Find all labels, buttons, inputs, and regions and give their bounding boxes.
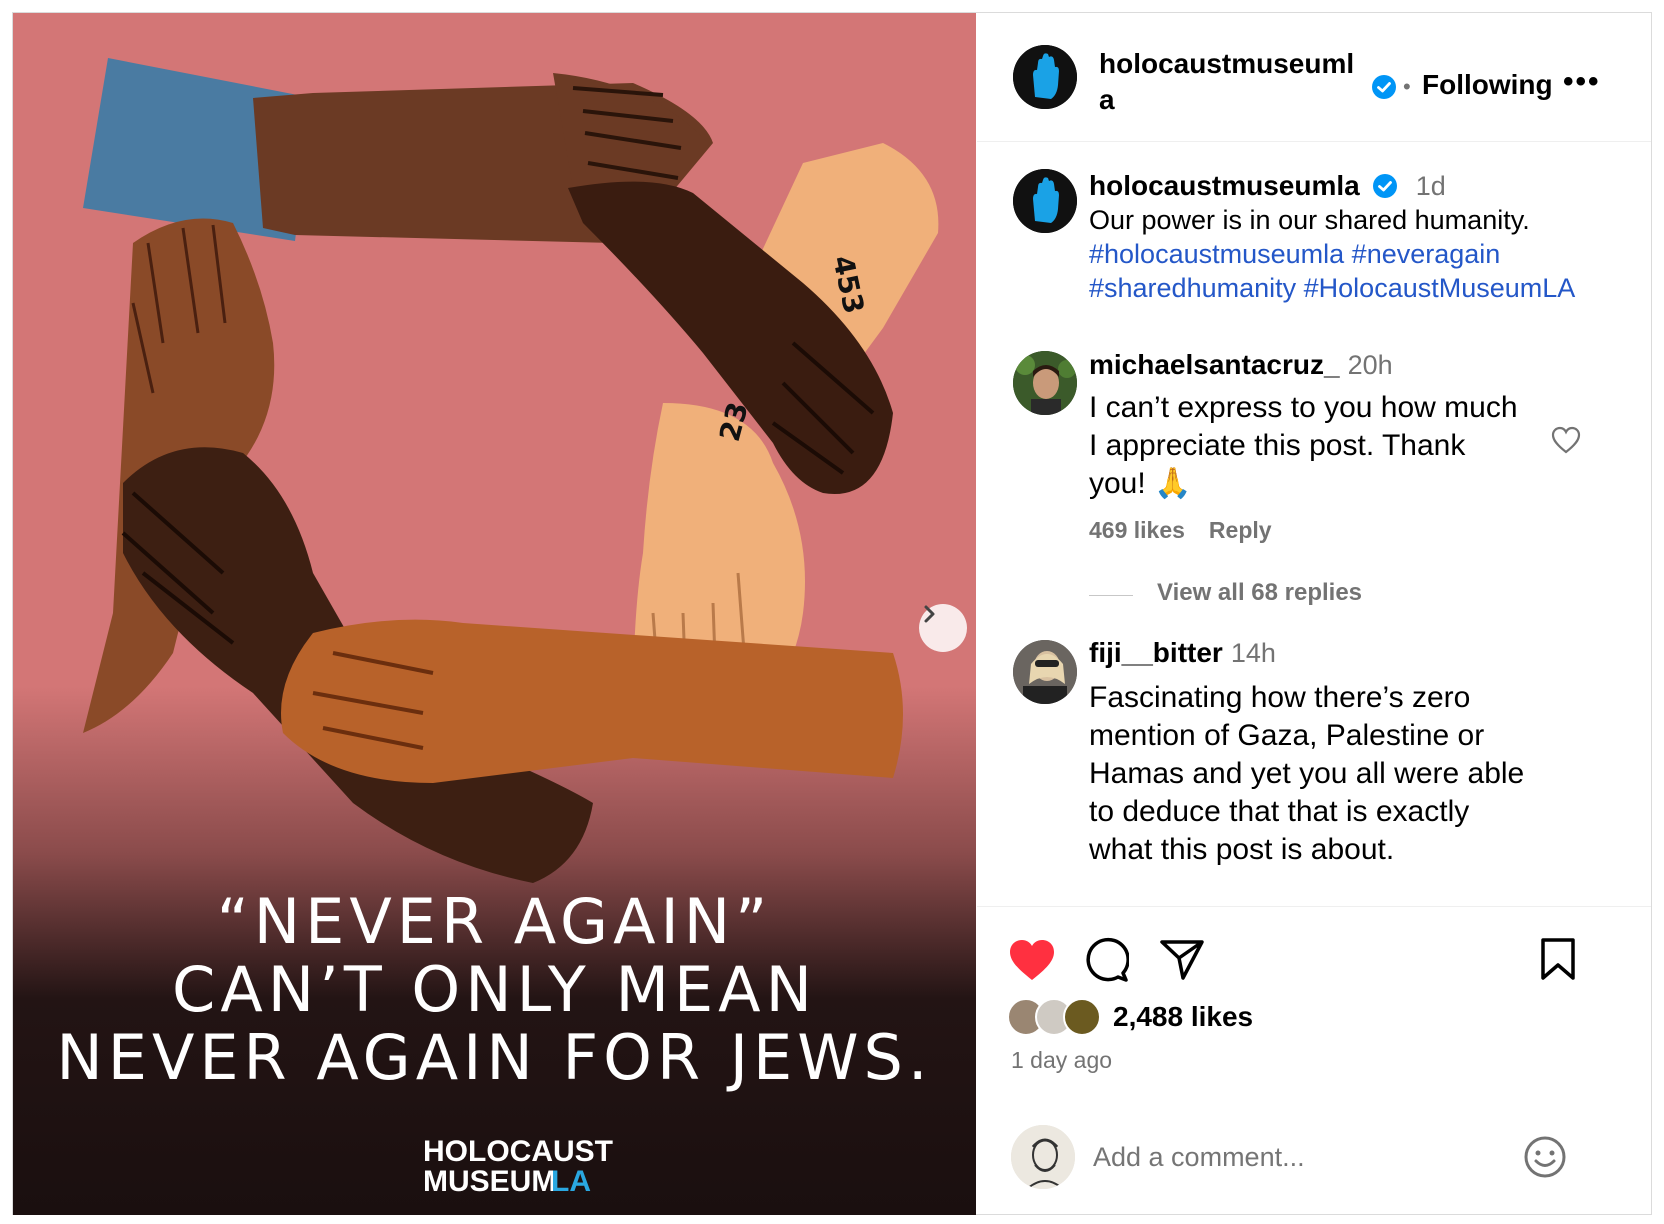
hashtag-link[interactable]: #sharedhumanity [1089,273,1296,303]
profile-sketch-icon [1011,1125,1075,1189]
share-icon[interactable] [1159,937,1205,981]
verified-badge-icon [1372,75,1396,99]
following-button[interactable]: Following [1422,69,1553,101]
comment-icon[interactable] [1083,937,1129,983]
next-image-button[interactable] [919,604,967,652]
profile-photo-icon [1013,640,1077,704]
commenter-avatar[interactable] [1013,351,1077,415]
comment-likes[interactable]: 469 likes [1089,517,1185,544]
comment-text-line: I can’t express to you how much [1089,391,1518,424]
museum-logo: HOLOCAUST MUSEUM LA [423,1135,613,1198]
comment-text-line: you! 🙏 [1089,467,1192,500]
liker-avatar [1063,998,1101,1036]
comment-text-line: Hamas and yet you all were able [1089,757,1525,790]
commenter-avatar[interactable] [1013,640,1077,704]
likes-count[interactable]: 2,488 likes [1113,1001,1253,1033]
logo-line-3: LA [551,1165,591,1198]
hashtag-link[interactable]: #neveragain [1352,239,1501,269]
add-comment-bar [977,1113,1651,1215]
comments-list: holocaustmuseumla 1d Our power is in our… [977,143,1651,905]
view-replies-button[interactable]: View all 68 replies [1157,579,1362,607]
headline-line-1: “NEVER AGAIN” [216,885,773,958]
post-header: holocaustmuseumla • Following ••• [977,13,1651,142]
comment-text-line: to deduce that that is exactly [1089,795,1470,828]
add-comment-input[interactable] [1093,1135,1493,1179]
post-panel: holocaustmuseumla • Following ••• holoca… [977,13,1651,1215]
caption-avatar[interactable] [1013,169,1077,233]
author-avatar[interactable] [1013,45,1077,109]
liked-by-avatars[interactable] [1007,998,1107,1038]
hashtag-link[interactable]: #HolocaustMuseumLA [1304,273,1576,303]
comment-text-line: what this post is about. [1089,833,1395,866]
commenter-username[interactable]: fiji__bitter [1089,637,1223,669]
commenter-username[interactable]: michaelsantacruz_ [1089,349,1340,381]
comment-time[interactable]: 20h [1348,350,1393,381]
header-username[interactable]: holocaustmuseumla [1099,46,1361,118]
emoji-icon[interactable] [1523,1135,1567,1179]
hashtag-link[interactable]: #holocaustmuseumla [1089,239,1344,269]
chevron-right-icon [924,605,935,623]
post-age[interactable]: 1 day ago [1011,1047,1112,1074]
caption-username[interactable]: holocaustmuseumla [1089,170,1360,202]
profile-photo-icon [1013,351,1077,415]
reply-button[interactable]: Reply [1209,517,1272,544]
header-separator: • [1403,74,1411,99]
replies-divider [1089,595,1133,596]
comment-text-line: Fascinating how there’s zero [1089,681,1471,714]
post-actions: 2,488 likes 1 day ago [977,906,1651,1126]
bookmark-icon[interactable] [1539,937,1577,981]
comment-text-line: mention of Gaza, Palestine or [1089,719,1485,752]
more-options-icon[interactable]: ••• [1563,65,1601,99]
comment-text-line: I appreciate this post. Thank [1089,429,1466,462]
comment-time[interactable]: 14h [1231,638,1276,669]
verified-badge-icon [1372,174,1397,198]
heart-icon[interactable] [1007,937,1057,983]
post-image[interactable]: 453 23 HOLOCAUST MUSEUM LA “NEVER AGAIN”… [13,13,976,1215]
current-user-avatar[interactable] [1011,1125,1075,1189]
logo-line-2: MUSEUM [423,1165,556,1198]
hand-logo-icon [1013,169,1077,233]
logo-line-1: HOLOCAUST [423,1135,613,1168]
headline-line-2: CAN’T ONLY MEAN [172,953,817,1026]
caption-time[interactable]: 1d [1416,171,1446,202]
headline-line-3: NEVER AGAIN FOR JEWS. [56,1021,933,1094]
like-comment-heart-icon[interactable] [1550,425,1582,455]
hand-logo-icon [1013,45,1077,109]
caption-text: Our power is in our shared humanity. [1089,205,1530,235]
